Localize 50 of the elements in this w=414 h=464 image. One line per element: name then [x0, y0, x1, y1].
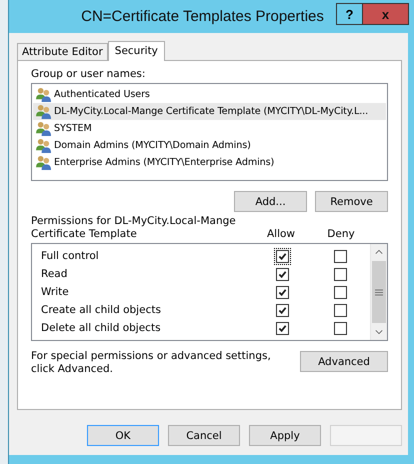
- users-icon: [36, 121, 51, 136]
- scroll-up-icon[interactable]: [375, 249, 383, 255]
- action-button[interactable]: Add...: [234, 191, 307, 212]
- permissions-label: Permissions for DL-MyCity.Local-Mange Certificate Template: [31, 215, 237, 241]
- checkbox[interactable]: [334, 268, 348, 280]
- user-name: DL-MyCity.Local-Mange Certificate Template (MYCITY\DL-MyCity.L...: [54, 106, 368, 117]
- tab[interactable]: Attribute Editor: [17, 43, 108, 60]
- scroll-thumb[interactable]: [372, 261, 386, 323]
- advanced-button[interactable]: Advanced: [300, 351, 388, 372]
- checkbox[interactable]: [334, 322, 348, 334]
- checkbox-checked[interactable]: [276, 268, 289, 280]
- users-icon: [36, 138, 51, 153]
- permission-name: Create all child objects: [40, 304, 162, 316]
- tab[interactable]: Security: [108, 41, 165, 61]
- list-item[interactable]: Domain Admins (MYCITY\Domain Admins): [33, 137, 386, 154]
- list-item[interactable]: SYSTEM: [33, 120, 386, 137]
- checkbox-checked[interactable]: [276, 322, 289, 334]
- user-name: SYSTEM: [54, 123, 92, 134]
- action-button[interactable]: Remove: [315, 191, 388, 212]
- users-icon: [36, 87, 51, 102]
- checkbox-checked[interactable]: [276, 286, 289, 298]
- list-item[interactable]: Authenticated Users: [33, 86, 386, 103]
- column-header: Allow: [266, 228, 296, 241]
- checkbox-checked[interactable]: [276, 304, 289, 316]
- scroll-down-icon[interactable]: [375, 329, 383, 335]
- checkbox[interactable]: [334, 304, 348, 316]
- permission-name: Delete all child objects: [40, 322, 162, 334]
- scrollbar[interactable]: [370, 244, 387, 340]
- help-button[interactable]: ?: [336, 3, 363, 25]
- list-item[interactable]: Enterprise Admins (MYCITY\Enterprise Admins): [33, 154, 386, 171]
- permission-name: Write: [40, 286, 70, 298]
- user-name: Authenticated Users: [54, 89, 150, 100]
- checkbox[interactable]: [334, 286, 348, 298]
- close-button[interactable]: x: [363, 3, 409, 25]
- user-name: Enterprise Admins (MYCITY\Enterprise Admins): [54, 157, 274, 168]
- dialog-button[interactable]: Cancel: [168, 425, 240, 446]
- user-name: Domain Admins (MYCITY\Domain Admins): [54, 140, 251, 151]
- window-title: CN=Certificate Templates Properties: [80, 7, 325, 25]
- users-icon: [36, 104, 51, 119]
- dialog-button[interactable]: OK: [87, 425, 159, 446]
- permission-name: Read: [40, 268, 68, 280]
- permission-name: Full control: [40, 250, 100, 262]
- users-icon: [36, 155, 51, 170]
- list-item[interactable]: DL-MyCity.Local-Mange Certificate Template (MYCITY\DL-MyCity.L...: [33, 103, 386, 120]
- advanced-note: For special permissions or advanced settings, click Advanced.: [31, 350, 271, 376]
- dialog-button[interactable]: Apply: [249, 425, 321, 446]
- column-header: Deny: [326, 228, 356, 241]
- checkbox[interactable]: [334, 250, 348, 262]
- group-label: Group or user names:: [31, 68, 146, 80]
- grip-icon: [375, 288, 383, 296]
